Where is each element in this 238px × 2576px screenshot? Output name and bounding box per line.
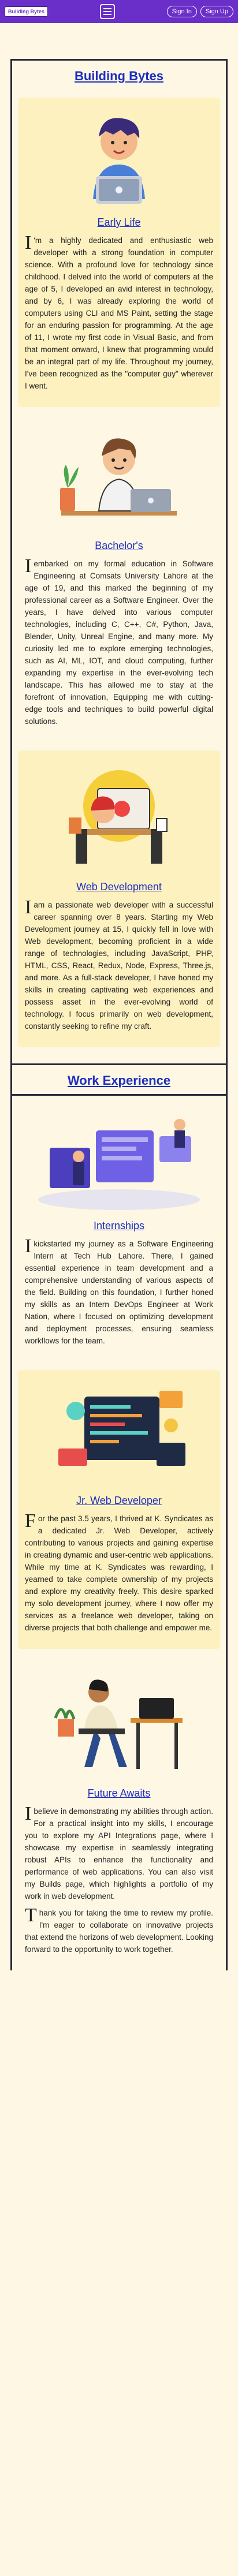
future-heading: Future Awaits [87,1787,151,1799]
future-text-2: Thank you for taking the time to review … [25,1905,213,1954]
early-life-heading: Early Life [97,216,141,228]
site-logo[interactable]: Building Bytes [5,6,49,17]
top-navbar: Building Bytes Sign In Sign Up [0,0,238,23]
future-card: Future Awaits I believe in demonstrating… [18,1657,220,1970]
dropcap: I [25,1803,32,1824]
dropcap: I [25,555,32,577]
experience-title: Work Experience [67,1073,171,1088]
web-dev-heading: Web Development [76,881,162,893]
developer-laptop-illustration [93,118,145,204]
bachelors-heading: Bachelor's [95,540,143,551]
web-dev-card: Web Development I am a passionate web de… [18,751,220,1047]
web-dev-text: I am a passionate web developer with a s… [25,897,213,1031]
sign-in-button[interactable]: Sign In [166,6,197,17]
dropcap: F [25,1510,36,1532]
auth-buttons: Sign In Sign Up [166,6,233,17]
jr-dev-text: For the past 3.5 years, I thrived at K. … [25,1510,213,1633]
bachelors-text: I embarked on my formal education in Sof… [25,555,213,726]
developer-desk-illustration [60,438,177,516]
dropcap: I [25,232,32,253]
menu-icon[interactable] [99,4,115,19]
jr-dev-card: Jr. Web Developer For the past 3.5 years… [18,1370,220,1649]
code-tools-illustration [58,1391,185,1466]
internship-text: I kickstarted my journey as a Software E… [25,1235,213,1346]
early-life-card: Early Life I'm a highly dedicated and en… [18,98,220,407]
divider [12,1094,226,1096]
sign-up-button[interactable]: Sign Up [200,6,233,17]
remote-work-illustration [54,1679,183,1769]
future-text: I believe in demonstrating my abilities … [25,1803,213,1901]
dropcap: I [25,897,32,918]
early-life-text: I'm a highly dedicated and enthusiastic … [25,232,213,391]
about-title: Building Bytes [74,69,163,83]
team-coding-illustration [38,1119,200,1210]
web-development-illustration [69,770,168,864]
dropcap: T [25,1905,37,1926]
internship-heading: Internships [93,1220,145,1231]
dropcap: I [25,1235,32,1257]
internship-card: Internships I kickstarted my journey as … [18,1104,220,1362]
bachelors-card: Bachelor's I embarked on my formal educa… [18,415,220,742]
content-frame: Building Bytes Early Life I'm a highly d… [10,59,228,1970]
jr-dev-heading: Jr. Web Developer [76,1495,162,1506]
